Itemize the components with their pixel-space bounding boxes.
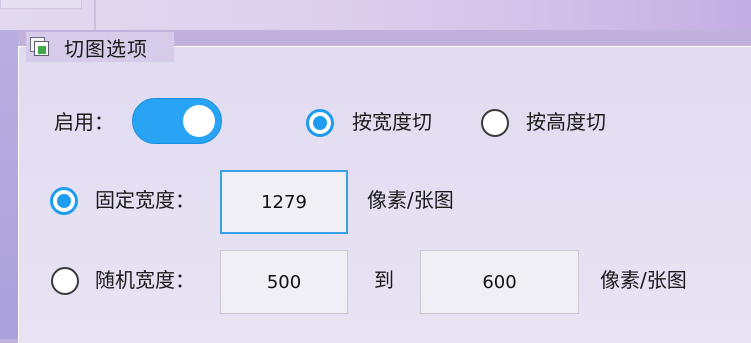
random-width-max-input[interactable]: 600 — [420, 250, 579, 314]
random-width-label[interactable]: 随机宽度： — [95, 268, 195, 292]
top-panel-edge — [0, 0, 82, 9]
radio-by-height[interactable] — [481, 109, 509, 137]
top-background-strip — [0, 0, 751, 30]
random-width-unit: 像素/张图 — [600, 268, 687, 292]
left-background-edge — [0, 30, 18, 339]
radio-by-height-label[interactable]: 按高度切 — [526, 110, 606, 134]
radio-by-width[interactable] — [306, 109, 334, 137]
fixed-width-label[interactable]: 固定宽度： — [95, 188, 195, 212]
radio-random-width[interactable] — [51, 267, 79, 295]
stacked-images-icon — [30, 37, 50, 57]
enable-toggle[interactable] — [132, 98, 222, 144]
toggle-knob — [183, 105, 215, 137]
fixed-width-input[interactable]: 1279 — [220, 170, 348, 234]
group-title: 切图选项 — [64, 36, 148, 61]
range-to-label: 到 — [374, 268, 394, 292]
radio-by-width-label[interactable]: 按宽度切 — [352, 110, 432, 134]
radio-fixed-width[interactable] — [50, 187, 78, 215]
fixed-width-unit: 像素/张图 — [367, 188, 454, 212]
group-header: 切图选项 — [26, 32, 174, 62]
top-divider — [94, 0, 96, 30]
random-width-min-input[interactable]: 500 — [220, 250, 348, 314]
enable-label: 启用： — [54, 110, 114, 134]
